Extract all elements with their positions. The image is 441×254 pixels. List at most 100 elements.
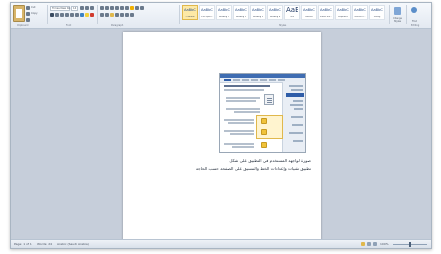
increase-indent-icon[interactable] xyxy=(120,6,124,10)
find-icon xyxy=(411,7,417,13)
strikethrough-icon[interactable] xyxy=(65,13,69,17)
copy-label: Copy xyxy=(31,12,38,15)
clear-formatting-icon[interactable] xyxy=(90,6,94,10)
borders-icon[interactable] xyxy=(130,13,134,17)
style-name: Heading 4 xyxy=(269,16,281,18)
screenshot-text-line xyxy=(226,108,260,110)
style-preview: AaBbCcD xyxy=(320,8,332,12)
justify-icon[interactable] xyxy=(115,13,119,17)
embedded-screenshot[interactable] xyxy=(219,73,306,153)
subscript-icon[interactable] xyxy=(70,13,74,17)
style-normal[interactable]: AaBbCcD ¶ Normal xyxy=(182,5,198,20)
find-button[interactable]: Find xyxy=(409,5,420,24)
ribbon-separator xyxy=(47,5,48,24)
bold-icon[interactable] xyxy=(50,13,54,17)
style-heading-3[interactable]: AaBbCc Heading 3 xyxy=(250,5,266,20)
numbering-icon[interactable] xyxy=(105,6,109,10)
screenshot-nav-row xyxy=(294,108,303,110)
style-preview: AaBbCcD xyxy=(184,8,196,12)
caption-line-1: صورة لواجهة المستخدم في التطبيق على شكل xyxy=(229,158,311,163)
screenshot-tab xyxy=(233,79,240,81)
style-name: Subtitle xyxy=(305,16,313,18)
screenshot-nav-row xyxy=(291,116,303,118)
grow-font-icon[interactable] xyxy=(80,6,84,10)
zoom-slider-thumb[interactable] xyxy=(409,242,411,247)
word-window: Cut Copy Clipboard Times New Ro 14 Font … xyxy=(10,2,432,249)
align-left-icon[interactable] xyxy=(100,13,104,17)
font-name-box[interactable]: Times New Ro xyxy=(50,6,70,11)
style-strong[interactable]: AaBbCcD Strong xyxy=(369,5,385,20)
screenshot-nav-row xyxy=(286,93,304,97)
copy-icon[interactable] xyxy=(26,12,30,16)
superscript-icon[interactable] xyxy=(75,13,79,17)
highlight-icon[interactable] xyxy=(85,13,89,17)
clipboard-group-label: Clipboard xyxy=(17,24,29,27)
document-page[interactable]: صورة لواجهة المستخدم في التطبيق على شكل … xyxy=(123,32,321,242)
style-title[interactable]: AaB Title xyxy=(284,5,300,20)
style-name: Heading 3 xyxy=(252,16,264,18)
font-group-label: Font xyxy=(66,24,72,27)
web-layout-icon[interactable] xyxy=(373,242,377,246)
styles-gallery: AaBbCcD ¶ Normal AaBbCcD ¶ No Spaci... A… xyxy=(182,5,387,20)
zoom-level[interactable]: 100% xyxy=(380,242,389,246)
screenshot-heading xyxy=(224,85,270,87)
sort-icon[interactable] xyxy=(125,6,129,10)
decrease-indent-icon[interactable] xyxy=(115,6,119,10)
format-painter-icon[interactable] xyxy=(26,18,30,22)
style-subtitle[interactable]: AaBbCc Subtitle xyxy=(301,5,317,20)
screenshot-text-line xyxy=(226,97,260,99)
cut-icon[interactable] xyxy=(26,6,30,10)
text-effects-icon[interactable] xyxy=(80,13,84,17)
underline-icon[interactable] xyxy=(60,13,64,17)
document-canvas[interactable]: صورة لواجهة المستخدم في التطبيق على شكل … xyxy=(11,29,431,242)
style-emphasis[interactable]: AaBbCcD Emphasis xyxy=(335,5,351,20)
screenshot-text-line xyxy=(226,100,256,102)
screenshot-tab xyxy=(224,79,231,81)
bullets-icon[interactable] xyxy=(100,6,104,10)
italic-icon[interactable] xyxy=(55,13,59,17)
rtl-icon[interactable] xyxy=(140,6,144,10)
word-count[interactable]: Words: 24 xyxy=(37,242,52,246)
full-screen-reading-icon[interactable] xyxy=(367,242,371,246)
style-preview: AaBbCcD xyxy=(337,8,349,12)
style-subtle-emphasis[interactable]: AaBbCcD Subtle Em... xyxy=(318,5,334,20)
screenshot-text-line xyxy=(224,130,254,132)
style-preview: AaBbCc xyxy=(235,8,247,12)
document-icon xyxy=(264,94,274,105)
style-preview: AaBbC xyxy=(218,8,230,12)
style-name: Emphasis xyxy=(338,16,348,18)
style-preview: AaBbCc xyxy=(269,8,281,12)
style-no-spacing[interactable]: AaBbCcD ¶ No Spaci... xyxy=(199,5,215,20)
paragraph-group-label: Paragraph xyxy=(111,24,124,27)
change-styles-icon xyxy=(394,7,401,15)
line-spacing-icon[interactable] xyxy=(120,13,124,17)
screenshot-nav-row xyxy=(289,132,303,134)
paste-icon[interactable] xyxy=(13,5,25,22)
screenshot-text-line xyxy=(232,146,254,148)
align-right-icon[interactable] xyxy=(110,13,114,17)
ribbon-separator xyxy=(406,5,407,24)
font-size-box[interactable]: 14 xyxy=(71,6,78,11)
screenshot-backstage-nav xyxy=(282,82,305,152)
change-styles-label: Change Styles xyxy=(393,17,402,23)
style-preview: AaBbCcD xyxy=(354,8,366,12)
style-intense-emphasis[interactable]: AaBbCcD Intense E... xyxy=(352,5,368,20)
font-color-icon[interactable] xyxy=(90,13,94,17)
page-count[interactable]: Page: 1 of 1 xyxy=(14,242,32,246)
shrink-font-icon[interactable] xyxy=(85,6,89,10)
language-indicator[interactable]: Arabic (Saudi Arabia) xyxy=(57,242,89,246)
align-center-icon[interactable] xyxy=(105,13,109,17)
multilevel-list-icon[interactable] xyxy=(110,6,114,10)
print-layout-icon[interactable] xyxy=(361,242,365,246)
caption-line-2: تطبيق تقنيات وإعدادات الخط والتنسيق على … xyxy=(195,166,311,171)
style-heading-2[interactable]: AaBbCc Heading 2 xyxy=(233,5,249,20)
style-heading-4[interactable]: AaBbCc Heading 4 xyxy=(267,5,283,20)
style-name: Heading 2 xyxy=(235,16,247,18)
shading-icon[interactable] xyxy=(125,13,129,17)
screenshot-text-line xyxy=(224,143,254,145)
change-styles-button[interactable]: Change Styles xyxy=(392,5,403,24)
show-marks-icon[interactable] xyxy=(130,6,134,10)
style-heading-1[interactable]: AaBbC Heading 1 xyxy=(216,5,232,20)
ltr-icon[interactable] xyxy=(135,6,139,10)
font-size-value: 14 xyxy=(73,7,77,10)
